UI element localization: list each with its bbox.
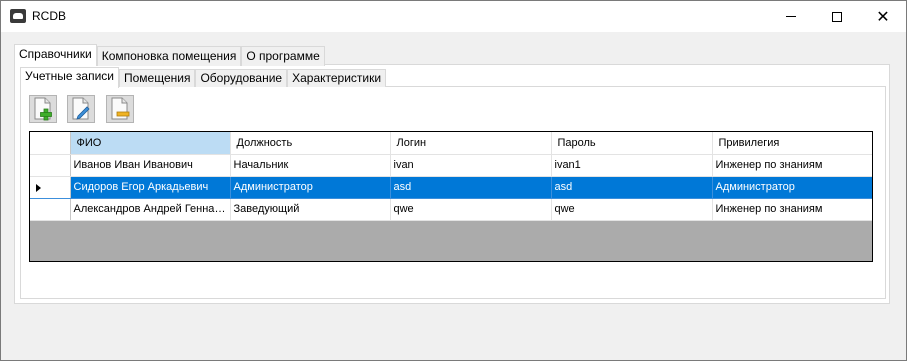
row-header[interactable]: [30, 154, 71, 177]
column-header-login[interactable]: Логин: [390, 132, 552, 155]
cell-privilege[interactable]: Инженер по знаниям: [712, 154, 872, 177]
app-icon: [10, 9, 26, 23]
tab-accounts[interactable]: Учетные записи: [20, 67, 119, 88]
close-button[interactable]: ✕: [860, 1, 906, 32]
tab-about[interactable]: О программе: [241, 46, 325, 66]
column-header-position[interactable]: Должность: [230, 132, 391, 155]
app-window: RCDB ✕ Справочники Компоновка помещения …: [0, 0, 907, 361]
title-bar[interactable]: RCDB ✕: [1, 1, 906, 32]
cell-privilege[interactable]: Администратор: [712, 176, 872, 199]
remove-document-icon: [111, 97, 130, 120]
table-row[interactable]: Иванов Иван Иванович Начальник ivan ivan…: [30, 154, 872, 177]
cell-password[interactable]: asd: [551, 176, 713, 199]
table-row-selected[interactable]: Сидоров Егор Аркадьевич Администратор as…: [30, 176, 872, 199]
accounts-grid[interactable]: ФИО Должность Логин Пароль Привилегия Ив…: [29, 131, 873, 262]
inner-tabs: Учетные записи Помещения Оборудование Ха…: [20, 67, 387, 88]
cell-login[interactable]: ivan: [390, 154, 552, 177]
outer-tabs: Справочники Компоновка помещения О прогр…: [14, 44, 325, 66]
close-icon: ✕: [876, 6, 890, 26]
delete-record-button[interactable]: [106, 95, 134, 123]
row-header[interactable]: [30, 198, 71, 221]
grid-header-row: ФИО Должность Логин Пароль Привилегия: [30, 132, 872, 155]
cell-login[interactable]: asd: [390, 176, 552, 199]
grid-corner-cell[interactable]: [30, 132, 71, 155]
cell-password[interactable]: ivan1: [551, 154, 713, 177]
cell-position[interactable]: Начальник: [230, 154, 391, 177]
cell-position[interactable]: Администратор: [230, 176, 391, 199]
minimize-icon: [786, 16, 796, 17]
row-header[interactable]: [30, 176, 71, 199]
column-header-fio[interactable]: ФИО: [70, 132, 231, 155]
maximize-button[interactable]: [814, 1, 860, 32]
tab-equipment[interactable]: Оборудование: [195, 69, 288, 87]
edit-record-button[interactable]: [67, 95, 95, 123]
edit-document-icon: [72, 97, 90, 120]
window-title: RCDB: [32, 9, 67, 23]
cell-fio[interactable]: Сидоров Егор Аркадьевич: [70, 176, 231, 199]
tab-rooms[interactable]: Помещения: [119, 69, 196, 87]
tab-references[interactable]: Справочники: [14, 44, 97, 66]
current-row-arrow-icon: [36, 183, 41, 192]
cell-fio[interactable]: Иванов Иван Иванович: [70, 154, 231, 177]
minimize-button[interactable]: [768, 1, 814, 32]
cell-password[interactable]: qwe: [551, 198, 713, 221]
cell-login[interactable]: qwe: [390, 198, 552, 221]
cell-position[interactable]: Заведующий: [230, 198, 391, 221]
add-document-icon: [34, 97, 52, 121]
table-row[interactable]: Александров Андрей Геннадьевич Заведующи…: [30, 198, 872, 221]
column-header-privilege[interactable]: Привилегия: [712, 132, 872, 155]
cell-privilege[interactable]: Инженер по знаниям: [712, 198, 872, 221]
tab-characteristics[interactable]: Характеристики: [287, 69, 387, 87]
maximize-icon: [832, 11, 842, 22]
cell-fio[interactable]: Александров Андрей Геннадьевич: [70, 198, 231, 221]
add-record-button[interactable]: [29, 95, 57, 123]
column-header-password[interactable]: Пароль: [551, 132, 713, 155]
tab-room-layout[interactable]: Компоновка помещения: [96, 46, 242, 66]
